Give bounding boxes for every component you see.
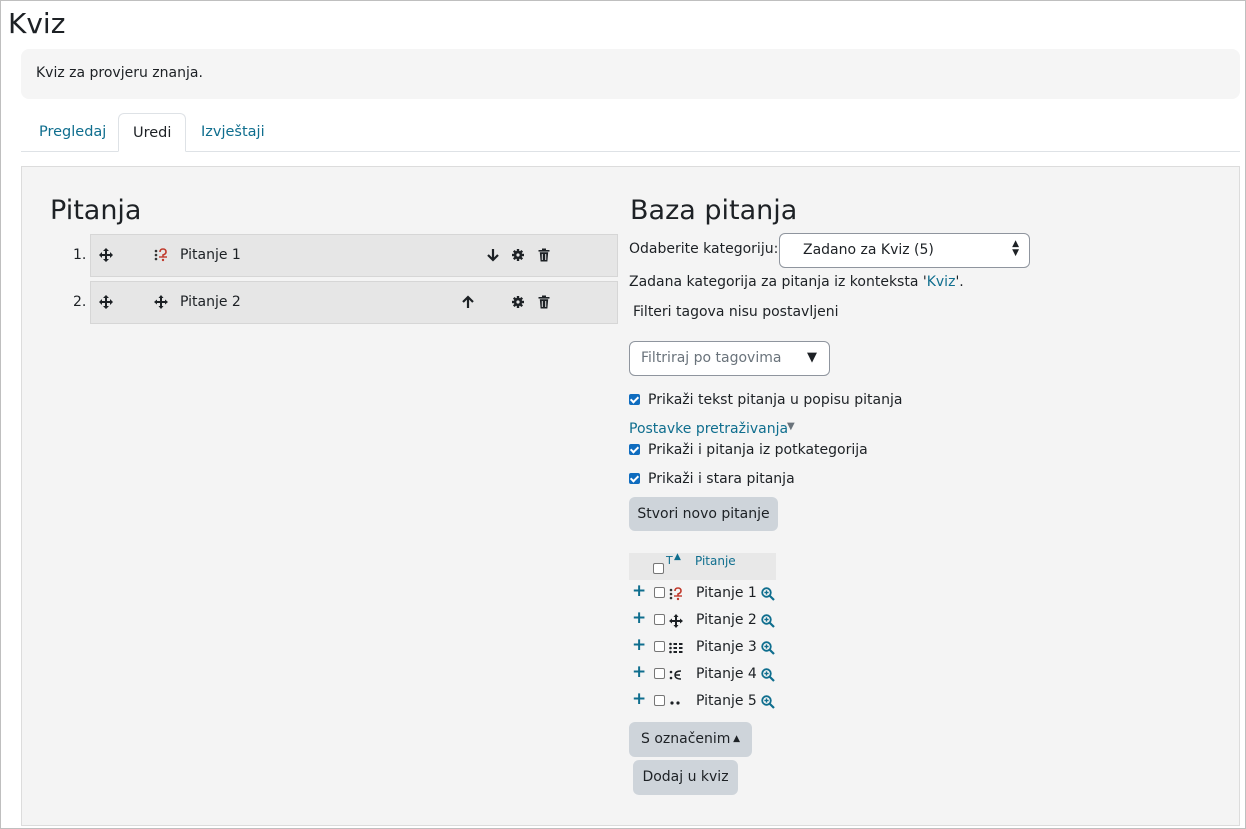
caret-up-icon: ▲ [733, 734, 740, 744]
arrow-down-icon[interactable] [486, 247, 502, 263]
questions-heading: Pitanja [50, 195, 142, 226]
question-name[interactable]: Pitanje 1 [180, 247, 241, 263]
question-name: Pitanje 1 [696, 585, 757, 601]
category-description: Zadana kategorija za pitanja iz kontekst… [629, 274, 964, 290]
intro-text: Kviz za provjeru znanja. [36, 65, 203, 81]
question-checkbox[interactable] [654, 668, 665, 679]
category-select[interactable]: Zadano za Kviz (5) ▲ ▼ [779, 233, 1030, 268]
with-selected-label: S označenim [641, 731, 731, 747]
matching-icon [669, 641, 683, 657]
search-settings-link[interactable]: Postavke pretraživanja [629, 421, 788, 437]
show-text-checkbox[interactable] [629, 394, 640, 405]
drag-drop-icon [154, 294, 170, 310]
bank-heading: Baza pitanja [630, 195, 798, 226]
preview-icon[interactable] [761, 613, 775, 632]
preview-icon[interactable] [761, 667, 775, 686]
select-arrows-icon: ▲ ▼ [1012, 239, 1019, 258]
tag-filter-placeholder: Filtriraj po tagovima [641, 350, 782, 366]
move-icon[interactable] [99, 247, 115, 263]
category-value: Zadano za Kviz (5) [803, 242, 934, 258]
add-to-quiz-button[interactable]: Dodaj u kviz [633, 760, 738, 795]
question-name[interactable]: Pitanje 2 [180, 294, 241, 310]
bank-table-header: T ▲ Pitanje [629, 552, 776, 580]
subcategories-checkbox[interactable] [629, 444, 640, 455]
move-icon[interactable] [99, 294, 115, 310]
slot-number: 2. [73, 294, 87, 310]
collapse-caret-icon[interactable]: ▼ [787, 421, 795, 432]
add-to-quiz-icon[interactable]: + [632, 664, 646, 681]
old-questions-checkbox[interactable] [629, 473, 640, 484]
trash-icon[interactable] [537, 247, 553, 263]
question-name: Pitanje 5 [696, 693, 757, 709]
dropdown-arrow-icon: ▼ [807, 350, 817, 365]
multichoice-icon [154, 247, 170, 263]
arrow-up-icon[interactable] [461, 294, 477, 310]
name-sort-header[interactable]: Pitanje [695, 554, 736, 568]
type-sort-header[interactable]: T [666, 554, 673, 567]
category-desc-text: Zadana kategorija za pitanja iz kontekst… [629, 274, 927, 290]
bank-table-row: + Pitanje 2 [629, 607, 776, 634]
preview-icon[interactable] [761, 640, 775, 659]
page-title: Kviz [8, 7, 66, 40]
question-checkbox[interactable] [654, 641, 665, 652]
tab-preview[interactable]: Pregledaj [25, 113, 120, 152]
gear-icon[interactable] [511, 294, 527, 310]
shortanswer-icon [669, 695, 683, 711]
trash-icon[interactable] [537, 294, 553, 310]
bank-table-row: + Pitanje 5 [629, 688, 776, 715]
old-questions-label: Prikaži i stara pitanja [648, 471, 795, 487]
question-checkbox[interactable] [654, 614, 665, 625]
add-to-quiz-icon[interactable]: + [632, 691, 646, 708]
drag-drop-icon [669, 614, 683, 630]
add-to-quiz-icon[interactable]: + [632, 583, 646, 600]
question-slot: Pitanje 1 [90, 234, 618, 277]
slot-number: 1. [73, 247, 87, 263]
category-label: Odaberite kategoriju: [629, 241, 779, 257]
bank-table-row: + Pitanje 4 [629, 661, 776, 688]
tag-filter-select[interactable]: Filtriraj po tagovima ▼ [629, 341, 830, 376]
gear-icon[interactable] [511, 247, 527, 263]
question-checkbox[interactable] [654, 695, 665, 706]
sort-asc-icon: ▲ [674, 552, 681, 562]
bank-table-row: + Pitanje 1 [629, 580, 776, 607]
category-desc-suffix: '. [955, 274, 964, 290]
show-text-label: Prikaži tekst pitanja u popisu pitanja [648, 392, 903, 408]
question-name: Pitanje 3 [696, 639, 757, 655]
tab-bar: Pregledaj Uredi Izvještaji [21, 113, 1240, 152]
create-question-button[interactable]: Stvori novo pitanje [629, 497, 778, 531]
add-to-quiz-icon[interactable]: + [632, 610, 646, 627]
edit-panel: Pitanja 1. Pitanje 1 2. Pitanje 2 Baza p… [21, 166, 1240, 826]
question-name: Pitanje 4 [696, 666, 757, 682]
bank-table-row: + Pitanje 3 [629, 634, 776, 661]
context-link[interactable]: Kviz [927, 274, 956, 290]
tab-edit[interactable]: Uredi [118, 113, 187, 152]
multianswer-icon [669, 668, 683, 684]
preview-icon[interactable] [761, 694, 775, 713]
tag-filter-status: Filteri tagova nisu postavljeni [633, 304, 839, 320]
question-name: Pitanje 2 [696, 612, 757, 628]
with-selected-button[interactable]: S označenim ▲ [629, 722, 752, 757]
intro-box: Kviz za provjeru znanja. [21, 49, 1240, 99]
add-to-quiz-icon[interactable]: + [632, 637, 646, 654]
question-slot: Pitanje 2 [90, 281, 618, 324]
select-all-checkbox[interactable] [653, 563, 664, 574]
tab-reports[interactable]: Izvještaji [187, 113, 279, 152]
multichoice-icon [669, 587, 683, 603]
preview-icon[interactable] [761, 586, 775, 605]
subcategories-label: Prikaži i pitanja iz potkategorija [648, 442, 868, 458]
question-checkbox[interactable] [654, 587, 665, 598]
